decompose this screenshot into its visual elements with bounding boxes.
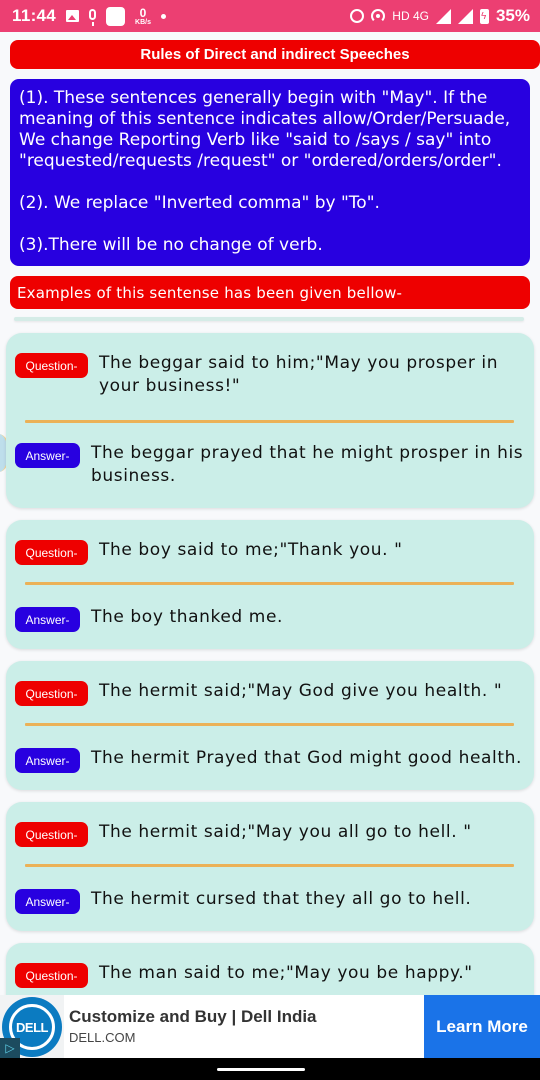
question-text: The man said to me;"May you be happy." [99, 963, 473, 983]
question-text: The hermit said;"May God give you health… [99, 681, 503, 701]
answer-badge: Answer- [15, 889, 80, 914]
answer-text: The hermit cursed that they all go to he… [91, 889, 472, 909]
divider [25, 723, 514, 726]
status-time: 11:44 [12, 6, 57, 25]
ad-title[interactable]: Customize and Buy | Dell India [69, 1007, 317, 1027]
battery-charging-icon [479, 8, 489, 24]
example-card: Question- The beggar said to him;"May yo… [6, 333, 534, 508]
content-scroll[interactable]: Rules of Direct and indirect Speeches (1… [0, 32, 540, 995]
rule-2: (2). We replace "Inverted comma" by "To"… [19, 193, 380, 213]
example-card: Question- The hermit said;"May you all g… [6, 802, 534, 931]
question-badge: Question- [15, 353, 88, 378]
answer-text: The hermit Prayed that God might good he… [91, 748, 522, 768]
divider [25, 420, 514, 423]
net-speed: 0 KB/s [135, 7, 151, 26]
ad-banner[interactable]: DELL ▷ Customize and Buy | Dell India DE… [0, 995, 540, 1058]
rules-box: (1). These sentences generally begin wit… [10, 79, 530, 266]
home-gesture-handle[interactable] [217, 1068, 305, 1071]
answer-badge: Answer- [15, 748, 80, 773]
example-card: Question- The hermit said;"May God give … [6, 661, 534, 790]
divider [14, 317, 524, 321]
divider [25, 582, 514, 585]
page-title: Rules of Direct and indirect Speeches [10, 40, 540, 69]
rule-1: (1). These sentences generally begin wit… [19, 88, 511, 171]
rule-3: (3).There will be no change of verb. [19, 235, 323, 255]
battery-level: 35% [495, 6, 530, 25]
examples-header: Examples of this sentense has been given… [10, 276, 530, 309]
net-speed-unit: KB/s [135, 18, 151, 26]
hotspot-icon [371, 9, 386, 23]
image-icon [66, 10, 80, 22]
question-badge: Question- [15, 681, 88, 706]
answer-text: The boy thanked me. [91, 607, 284, 627]
mic-icon [89, 9, 97, 26]
net-speed-value: 0 [139, 5, 147, 20]
answer-badge: Answer- [15, 443, 80, 468]
question-badge: Question- [15, 822, 88, 847]
dot-icon [161, 13, 166, 19]
question-badge: Question- [15, 540, 88, 565]
adchoices-icon[interactable]: ▷ [0, 1038, 20, 1058]
answer-badge: Answer- [15, 607, 80, 632]
example-card: Question- The boy said to me;"Thank you.… [6, 520, 534, 649]
learn-more-button[interactable]: Learn More [424, 995, 540, 1058]
question-text: The hermit said;"May you all go to hell.… [99, 822, 472, 842]
ad-domain: DELL.COM [69, 1030, 136, 1045]
answer-text: The beggar prayed that he might prosper … [91, 443, 524, 486]
signal-icon [435, 8, 451, 24]
question-text: The beggar said to him;"May you prosper … [99, 353, 499, 396]
example-card: Question- The man said to me;"May you be… [6, 943, 534, 995]
navigation-bar [0, 1058, 540, 1080]
question-badge: Question- [15, 963, 88, 988]
signal-icon [457, 8, 473, 24]
question-text: The boy said to me;"Thank you. " [99, 540, 403, 560]
network-type: HD 4G [392, 9, 429, 23]
status-bar: 11:44 0 KB/s HD 4G 35% [0, 0, 540, 32]
ad-logo-container[interactable]: DELL ▷ [0, 995, 64, 1058]
divider [25, 864, 514, 867]
app-notification-icon [106, 6, 126, 26]
alarm-icon [350, 9, 365, 23]
